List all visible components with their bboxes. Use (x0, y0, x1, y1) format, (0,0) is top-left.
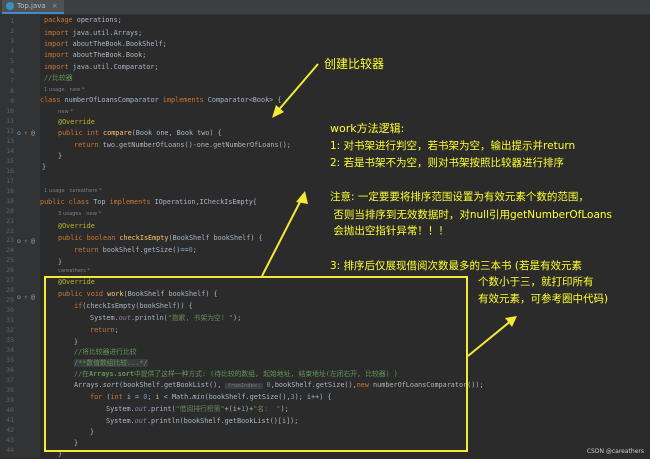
arrow-label: 创建比较器 (324, 57, 385, 71)
step3-line-3: 有效元素，可参考圈中代码) (478, 293, 609, 305)
arrow-to-step3 (467, 319, 513, 357)
note-line-1: 注意: 一定要要将排序范围设置为有效元素个数的范围， (330, 191, 589, 203)
step3-line-2: 个数小于三，就打印所有 (478, 276, 594, 288)
note-line-3: 会抛出空指针异常！！！ (330, 225, 449, 237)
arrowhead (296, 191, 308, 204)
arrow-to-comparator (275, 63, 319, 114)
watermark: CSDN @careathers (586, 448, 644, 455)
logic-item-2: 2: 若是书架不为空，则对书架按照比较器进行排序 (330, 157, 565, 169)
arrow-to-box (261, 197, 303, 277)
logic-title: work方法逻辑: (330, 122, 405, 135)
logic-item-1: 1: 对书架进行判空，若书架为空，输出提示并return (330, 140, 576, 152)
